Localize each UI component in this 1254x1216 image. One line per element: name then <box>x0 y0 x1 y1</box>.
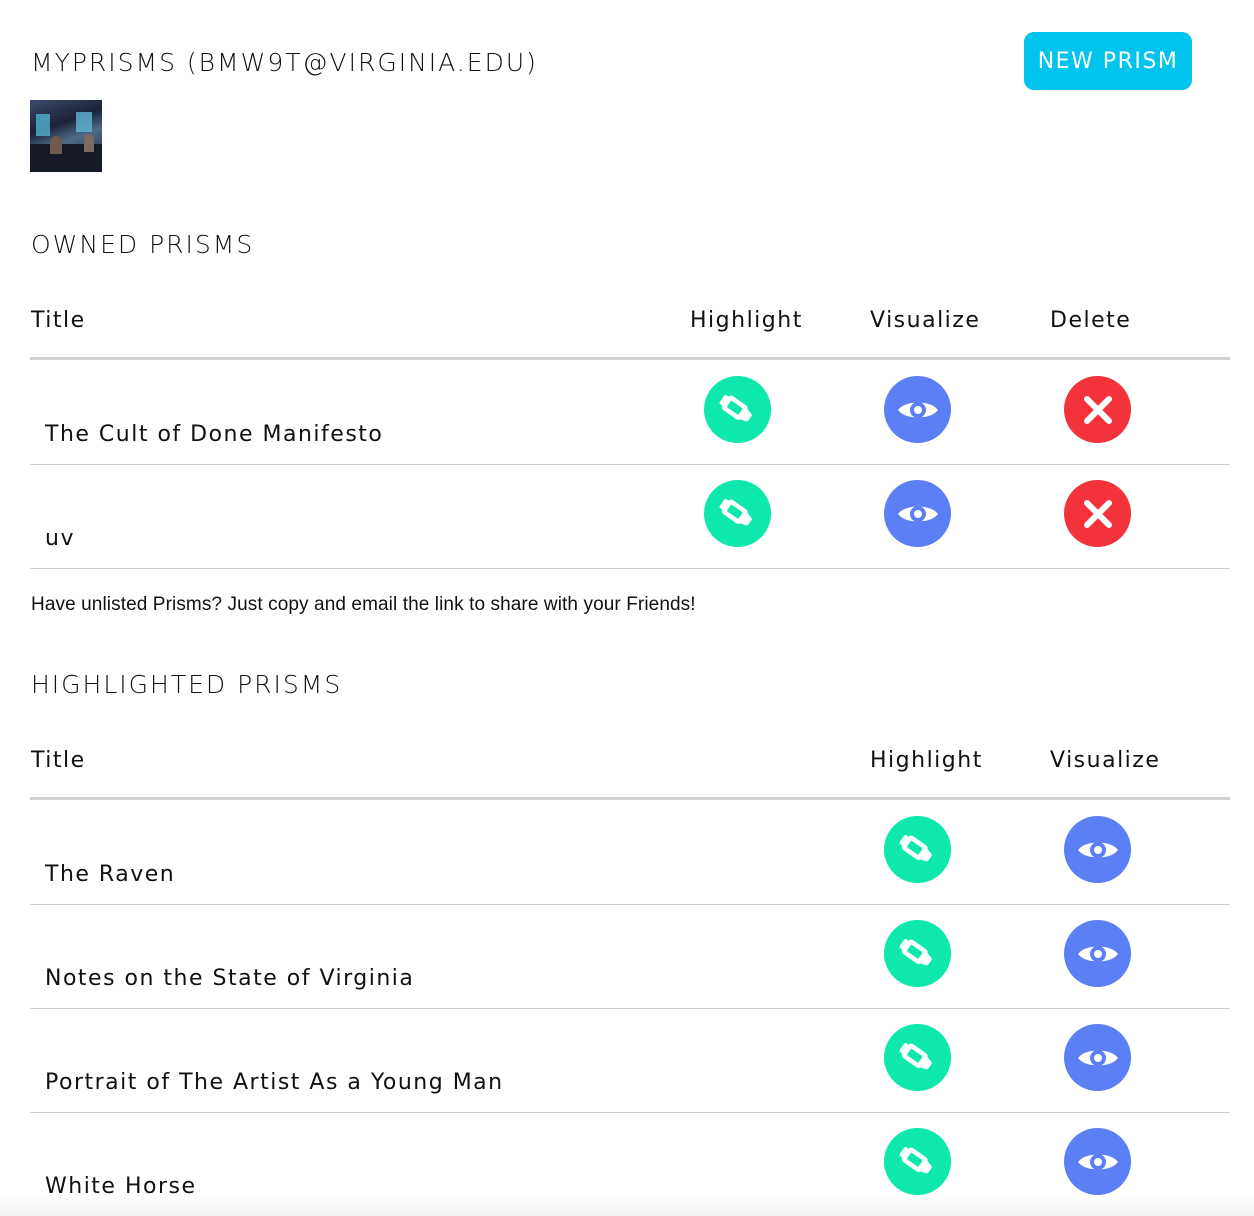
highlight-button[interactable] <box>884 816 951 883</box>
visualize-button[interactable] <box>1064 1024 1131 1091</box>
row-title[interactable]: uv <box>45 526 75 551</box>
delete-button[interactable] <box>1064 480 1131 547</box>
highlighter-icon <box>718 394 752 421</box>
highlighted-header-divider <box>30 797 1230 800</box>
highlighted-col-visualize: Visualize <box>1050 748 1161 773</box>
eye-icon <box>897 505 938 522</box>
row-title[interactable]: The Cult of Done Manifesto <box>45 422 383 447</box>
avatar[interactable] <box>30 100 102 172</box>
visualize-button[interactable] <box>884 480 951 547</box>
row-title[interactable]: Portrait of The Artist As a Young Man <box>45 1070 504 1095</box>
row-divider <box>30 1008 1230 1009</box>
owned-header-divider <box>30 357 1230 360</box>
visualize-button[interactable] <box>1064 920 1131 987</box>
row-title[interactable]: The Raven <box>45 862 175 887</box>
highlighter-icon <box>898 1146 932 1173</box>
highlighter-icon <box>898 1042 932 1069</box>
highlight-button[interactable] <box>884 1024 951 1091</box>
owned-prisms-heading: OWNED PRISMS <box>31 230 255 259</box>
highlight-button[interactable] <box>884 920 951 987</box>
page-bottom-fade <box>0 1196 1254 1216</box>
visualize-button[interactable] <box>884 376 951 443</box>
highlight-button[interactable] <box>884 1128 951 1195</box>
close-icon <box>1083 499 1112 528</box>
new-prism-button[interactable]: NEW PRISM <box>1024 32 1192 90</box>
row-divider <box>30 464 1230 465</box>
row-divider <box>30 568 1230 569</box>
page-title: MYPRISMS (BMW9T@VIRGINIA.EDU) <box>31 48 538 77</box>
highlighted-col-title: Title <box>31 748 86 773</box>
delete-button[interactable] <box>1064 376 1131 443</box>
eye-icon <box>1077 841 1118 858</box>
owned-col-delete: Delete <box>1050 308 1132 333</box>
share-note: Have unlisted Prisms? Just copy and emai… <box>31 594 696 615</box>
highlighter-icon <box>898 834 932 861</box>
row-divider <box>30 1112 1230 1113</box>
visualize-button[interactable] <box>1064 1128 1131 1195</box>
highlighted-prisms-heading: HIGHLIGHTED PRISMS <box>31 670 343 699</box>
owned-col-highlight: Highlight <box>690 308 803 333</box>
highlight-button[interactable] <box>704 376 771 443</box>
eye-icon <box>897 401 938 418</box>
close-icon <box>1083 395 1112 424</box>
eye-icon <box>1077 945 1118 962</box>
eye-icon <box>1077 1049 1118 1066</box>
highlight-button[interactable] <box>704 480 771 547</box>
row-divider <box>30 904 1230 905</box>
visualize-button[interactable] <box>1064 816 1131 883</box>
highlighter-icon <box>898 938 932 965</box>
row-title[interactable]: Notes on the State of Virginia <box>45 966 414 991</box>
highlighted-col-highlight: Highlight <box>870 748 983 773</box>
owned-col-title: Title <box>31 308 86 333</box>
owned-col-visualize: Visualize <box>870 308 981 333</box>
eye-icon <box>1077 1153 1118 1170</box>
highlighter-icon <box>718 498 752 525</box>
